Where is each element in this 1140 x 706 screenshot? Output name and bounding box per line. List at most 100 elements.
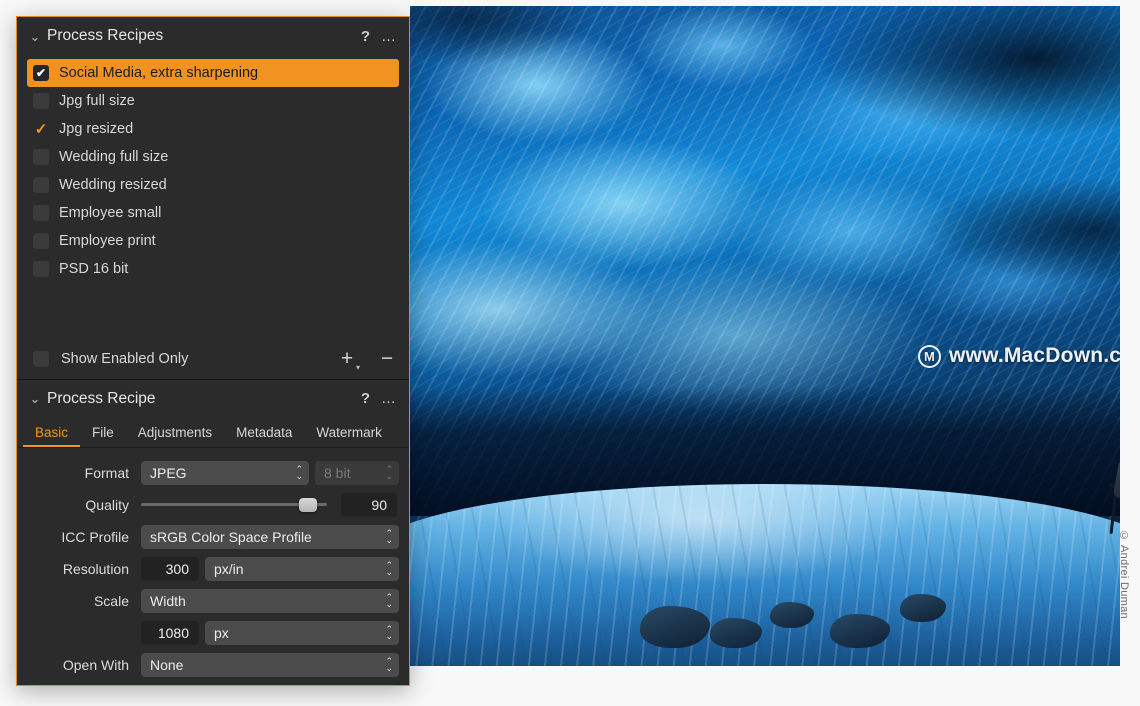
process-recipe-header[interactable]: ⌄ Process Recipe ? … <box>17 379 409 418</box>
list-item[interactable]: ✓ Jpg resized <box>27 115 399 143</box>
list-item-label: Jpg resized <box>59 121 134 137</box>
photo-credit: © Andrei Duman <box>1118 530 1130 619</box>
list-item-label: Social Media, extra sharpening <box>59 65 259 81</box>
show-enabled-only-label: Show Enabled Only <box>61 350 189 367</box>
stepper-icon[interactable]: ⌃ ⌄ <box>385 656 393 672</box>
page-title: Process Recipes <box>47 27 164 44</box>
scale-value-row: 1080 px ⌃ ⌄ <box>29 618 399 648</box>
tab-basic[interactable]: Basic <box>23 426 81 447</box>
snow-texture <box>410 484 1120 666</box>
photo-viewer: M www.MacDown.com <box>410 6 1120 666</box>
tab-metadata[interactable]: Metadata <box>224 426 304 447</box>
recipe-checkbox[interactable] <box>33 261 49 277</box>
format-select[interactable]: JPEG ⌃ ⌄ <box>141 460 309 485</box>
list-item[interactable]: Employee small <box>27 199 399 227</box>
list-item[interactable]: Wedding resized <box>27 171 399 199</box>
watermark: M www.MacDown.com <box>918 344 1120 368</box>
list-item-label: Employee small <box>59 205 162 221</box>
recipe-checkbox[interactable] <box>33 205 49 221</box>
list-item[interactable]: PSD 16 bit <box>27 255 399 283</box>
watermark-text: www.MacDown.com <box>949 344 1120 367</box>
help-icon[interactable]: ? <box>361 391 370 406</box>
list-item-label: Wedding resized <box>59 177 167 193</box>
recipe-checkbox[interactable] <box>33 177 49 193</box>
scale-mode-select[interactable]: Width ⌃ ⌄ <box>141 588 399 613</box>
recipe-tabs: Basic File Adjustments Metadata Watermar… <box>17 418 409 448</box>
format-label: Format <box>84 464 129 481</box>
tab-watermark[interactable]: Watermark <box>304 426 394 447</box>
chevron-down-icon[interactable]: ⌄ <box>27 392 43 405</box>
chevron-down-icon[interactable]: ⌄ <box>27 30 43 43</box>
more-options-icon[interactable]: … <box>381 391 397 406</box>
scale-label: Scale <box>93 592 129 609</box>
open-with-row: Open With None ⌃ ⌄ <box>29 650 399 680</box>
open-with-label: Open With <box>62 656 129 673</box>
resolution-unit-select[interactable]: px/in ⌃ ⌄ <box>205 556 399 581</box>
list-item[interactable]: Jpg full size <box>27 87 399 115</box>
process-recipes-panel: ⌄ Process Recipes ? … ✔ Social Media, ex… <box>16 16 410 686</box>
show-enabled-only-row[interactable]: Show Enabled Only + ▾ − <box>17 339 409 379</box>
app-root: M www.MacDown.com © Andrei Duman ⌄ Proce… <box>0 0 1140 706</box>
climber-left-arm <box>1112 459 1120 499</box>
add-recipe-button[interactable]: + ▾ <box>337 347 360 372</box>
list-item-label: Employee print <box>59 233 156 249</box>
section-title: Process Recipe <box>47 389 156 407</box>
icc-profile-value: sRGB Color Space Profile <box>150 528 312 545</box>
help-icon[interactable]: ? <box>361 29 370 44</box>
list-item-label: PSD 16 bit <box>59 261 129 277</box>
show-enabled-only-checkbox[interactable] <box>33 350 49 367</box>
icc-profile-row: ICC Profile sRGB Color Space Profile ⌃ ⌄ <box>29 522 399 552</box>
stepper-icon[interactable]: ⌃ ⌄ <box>385 528 393 544</box>
quality-value-field[interactable]: 90 <box>341 492 397 517</box>
recipe-checkbox[interactable]: ✔ <box>33 65 49 81</box>
open-with-select[interactable]: None ⌃ ⌄ <box>141 652 399 677</box>
bit-depth-value: 8 bit <box>324 464 351 481</box>
quality-row: Quality 90 <box>29 490 397 520</box>
slider-track[interactable] <box>141 497 327 512</box>
panel-bottom-area <box>17 682 409 686</box>
plus-icon: + <box>340 347 354 370</box>
resolution-row: Resolution 300 px/in ⌃ ⌄ <box>29 554 399 584</box>
scale-mode-value: Width <box>150 592 186 609</box>
icc-profile-label: ICC Profile <box>61 528 129 545</box>
scale-row: Scale Width ⌃ ⌄ <box>29 586 399 616</box>
stepper-icon[interactable]: ⌃ ⌄ <box>295 464 303 480</box>
scale-value-field[interactable]: 1080 <box>141 620 199 645</box>
stepper-icon[interactable]: ⌃ ⌄ <box>385 560 393 576</box>
basic-settings-form: Format JPEG ⌃ ⌄ 8 bit ⌃ ⌄ Quality 90 ICC… <box>17 448 409 682</box>
list-item[interactable]: Employee print <box>27 227 399 255</box>
resolution-value-field[interactable]: 300 <box>141 556 199 581</box>
stepper-icon[interactable]: ⌃ ⌄ <box>385 592 393 608</box>
list-item-label: Wedding full size <box>59 149 169 165</box>
recipe-checkbox[interactable] <box>33 149 49 165</box>
format-row: Format JPEG ⌃ ⌄ 8 bit ⌃ ⌄ <box>29 458 399 488</box>
slider-thumb[interactable] <box>299 497 318 512</box>
recipe-list: ✔ Social Media, extra sharpening Jpg ful… <box>17 55 409 283</box>
tab-adjustments[interactable]: Adjustments <box>126 426 224 447</box>
list-item[interactable]: ✔ Social Media, extra sharpening <box>27 59 399 87</box>
list-item[interactable]: Wedding full size <box>27 143 399 171</box>
stepper-icon[interactable]: ⌃ ⌄ <box>385 624 393 640</box>
more-options-icon[interactable]: … <box>381 29 397 44</box>
quality-slider[interactable] <box>141 493 335 517</box>
resolution-unit-value: px/in <box>214 560 244 577</box>
stepper-icon[interactable]: ⌃ ⌄ <box>385 464 393 480</box>
tab-file[interactable]: File <box>80 426 126 447</box>
recipe-checkbox[interactable] <box>33 93 49 109</box>
chevron-down-icon: ▾ <box>355 363 360 372</box>
macdown-logo-icon: M <box>918 344 941 368</box>
quality-label: Quality <box>85 496 129 513</box>
open-with-value: None <box>150 656 184 673</box>
recipe-checkbox[interactable] <box>33 233 49 249</box>
icc-profile-select[interactable]: sRGB Color Space Profile ⌃ ⌄ <box>141 524 399 549</box>
scale-unit-value: px <box>214 624 229 641</box>
remove-recipe-button[interactable]: − <box>377 348 397 369</box>
list-item-label: Jpg full size <box>59 93 135 109</box>
format-value: JPEG <box>150 464 187 481</box>
resolution-label: Resolution <box>62 560 129 577</box>
scale-unit-select[interactable]: px ⌃ ⌄ <box>205 620 399 645</box>
bit-depth-select[interactable]: 8 bit ⌃ ⌄ <box>315 460 399 485</box>
process-recipes-header[interactable]: ⌄ Process Recipes ? … <box>17 17 409 55</box>
recipe-checkbox[interactable]: ✓ <box>33 121 49 137</box>
